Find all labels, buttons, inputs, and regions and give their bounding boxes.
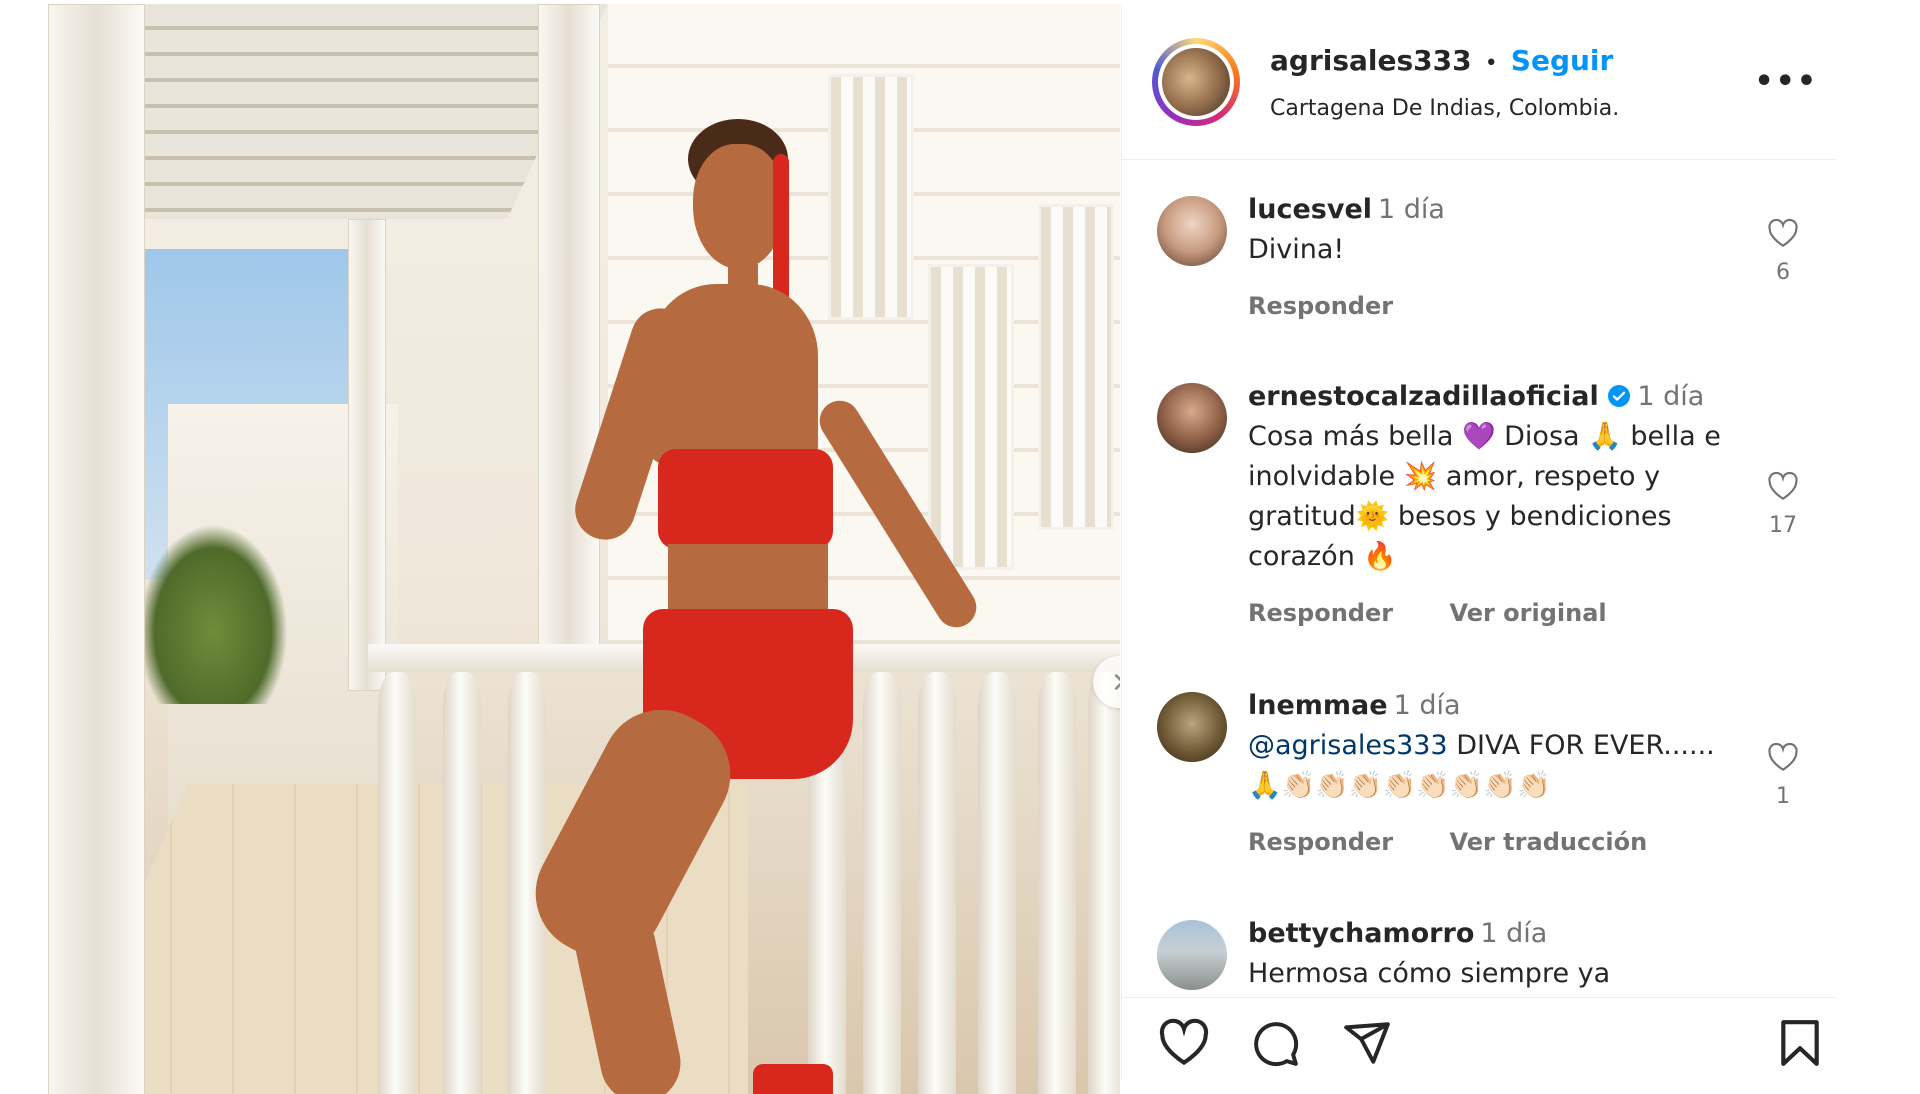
comment-like-button[interactable]: 17 (1765, 471, 1801, 538)
comment-like-count: 17 (1769, 513, 1797, 538)
share-button[interactable] (1342, 1018, 1392, 1072)
comment-button[interactable] (1250, 1018, 1300, 1072)
see-original-button[interactable]: Ver original (1449, 599, 1606, 627)
photo-pillar-left (48, 4, 145, 1094)
photo-pillar-center (538, 4, 600, 646)
comment-text: Hermosa cómo siempre ya (1248, 958, 1611, 989)
reply-button[interactable]: Responder (1248, 599, 1393, 627)
reply-button[interactable]: Responder (1248, 828, 1393, 856)
post-photo[interactable] (48, 4, 1120, 1094)
photo-baluster (1088, 672, 1120, 1094)
commenter-avatar[interactable] (1157, 383, 1227, 453)
photo-window (1038, 204, 1114, 530)
photo-baluster (918, 672, 956, 1094)
comment-text: Divina! (1248, 234, 1345, 265)
reply-button[interactable]: Responder (1248, 292, 1393, 320)
post-location[interactable]: Cartagena De Indias, Colombia. (1270, 96, 1619, 121)
chevron-right-icon (1114, 674, 1120, 690)
comment-username[interactable]: lucesvel (1248, 194, 1372, 225)
comment-like-button[interactable]: 1 (1765, 742, 1801, 809)
heart-icon (1768, 742, 1798, 771)
commenter-avatar[interactable] (1157, 920, 1227, 990)
commenter-avatar[interactable] (1157, 692, 1227, 762)
paper-plane-icon (1344, 1022, 1390, 1064)
photo-baluster (863, 672, 901, 1094)
comment-text-line: inolvidable 💥 amor, respeto y (1248, 461, 1661, 492)
author-username[interactable]: agrisales333 (1270, 44, 1472, 77)
see-translation-button[interactable]: Ver traducción (1449, 828, 1647, 856)
verified-badge-icon (1608, 385, 1631, 407)
comment-text-line: 🙏👏🏻👏🏻👏🏻👏🏻👏🏻👏🏻👏🏻👏🏻 (1248, 770, 1551, 801)
comment-text-line: corazón 🔥 (1248, 541, 1398, 572)
post-header: agrisales333 • Seguir Cartagena De India… (1122, 4, 1836, 160)
comment-text: DIVA FOR EVER...... (1447, 730, 1715, 761)
comment-like-button[interactable]: 6 (1765, 218, 1801, 285)
comment-text-line: gratitud🌞 besos y bendiciones (1248, 501, 1672, 532)
save-button[interactable] (1778, 1018, 1822, 1072)
comment-text-line: Cosa más bella 💜 Diosa 🙏 bella e (1248, 421, 1721, 452)
heart-icon (1159, 1018, 1209, 1065)
comments-list[interactable]: lucesvel 1 día Divina! Responder 6 ernest… (1122, 160, 1836, 1000)
comment-mention[interactable]: @agrisales333 (1248, 730, 1448, 761)
bookmark-icon (1781, 1020, 1819, 1066)
comment-username[interactable]: bettychamorro (1248, 918, 1474, 949)
author-avatar[interactable] (1152, 38, 1240, 126)
like-button[interactable] (1158, 1018, 1210, 1070)
post-actions-bar (1122, 997, 1836, 1082)
photo-baluster (443, 672, 481, 1094)
photo-window (828, 74, 914, 320)
comment-text-line: @agrisales333 DIVA FOR EVER...... (1248, 726, 1768, 766)
comment-time[interactable]: 1 día (1394, 690, 1461, 721)
more-options-button[interactable]: ••• (1754, 64, 1818, 99)
comment-like-count: 6 (1776, 260, 1790, 285)
comment-username[interactable]: ernestocalzadillaoficial (1248, 381, 1599, 412)
heart-icon (1768, 471, 1798, 500)
comment-username[interactable]: lnemmae (1248, 690, 1388, 721)
comment-time[interactable]: 1 día (1637, 381, 1704, 412)
photo-baluster (1038, 672, 1076, 1094)
comment-time[interactable]: 1 día (1480, 918, 1547, 949)
photo-pillar-mid (348, 219, 386, 691)
commenter-avatar[interactable] (1157, 196, 1227, 266)
comment-like-count: 1 (1776, 784, 1790, 809)
comment-time[interactable]: 1 día (1378, 194, 1445, 225)
header-separator: • (1484, 51, 1498, 76)
post-side-panel: agrisales333 • Seguir Cartagena De India… (1121, 4, 1836, 1080)
photo-baluster (378, 672, 416, 1094)
photo-window (928, 264, 1014, 570)
photo-palm-tree (138, 524, 288, 704)
comment-icon (1254, 1022, 1299, 1067)
heart-icon (1768, 218, 1798, 247)
follow-button[interactable]: Seguir (1511, 44, 1614, 77)
photo-baluster (978, 672, 1016, 1094)
